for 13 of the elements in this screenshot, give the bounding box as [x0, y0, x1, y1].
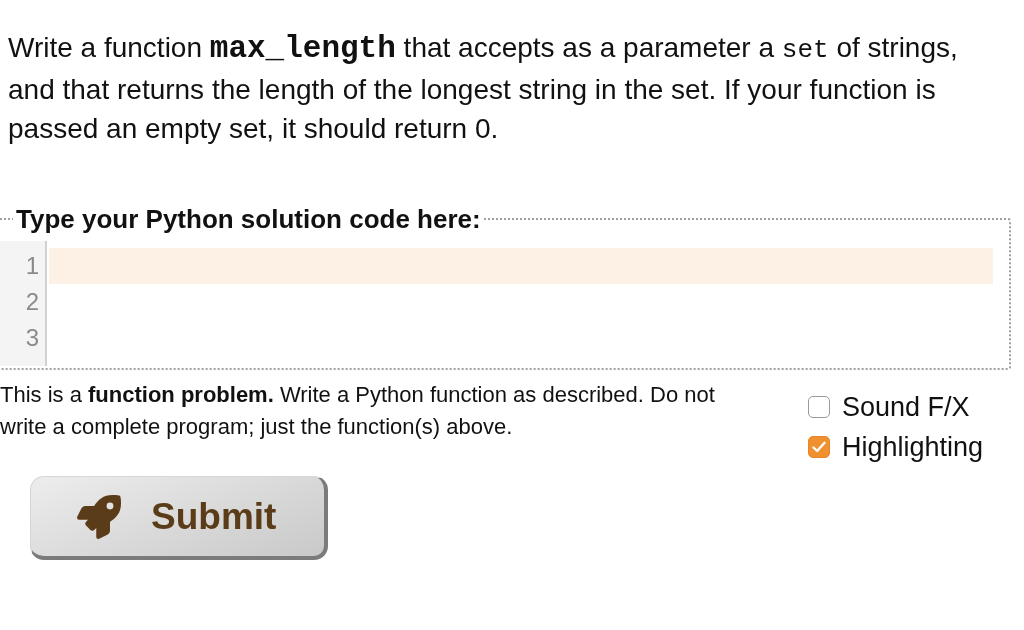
submit-button[interactable]: Submit	[30, 476, 328, 560]
line-number: 1	[24, 251, 40, 281]
editor-legend: Type your Python solution code here:	[13, 203, 484, 235]
problem-statement: Write a function max_length that accepts as a parameter a set of strings, and that returns the length of the longest string in the set. If your function is passed an empty set, it should return 0.	[8, 30, 959, 146]
checkmark-icon	[812, 441, 826, 453]
rocket-icon	[77, 494, 121, 539]
checkbox[interactable]	[808, 436, 830, 458]
line-number: 2	[24, 287, 40, 317]
option-label[interactable]: Highlighting	[842, 431, 984, 463]
line-number: 3	[24, 323, 40, 353]
instructions-text: This is a function problem. Write a Python function as described. Do not write a complete program; just the function(s) above.	[0, 381, 716, 441]
checkbox[interactable]	[808, 396, 830, 418]
option-label[interactable]: Sound F/X	[842, 391, 970, 423]
